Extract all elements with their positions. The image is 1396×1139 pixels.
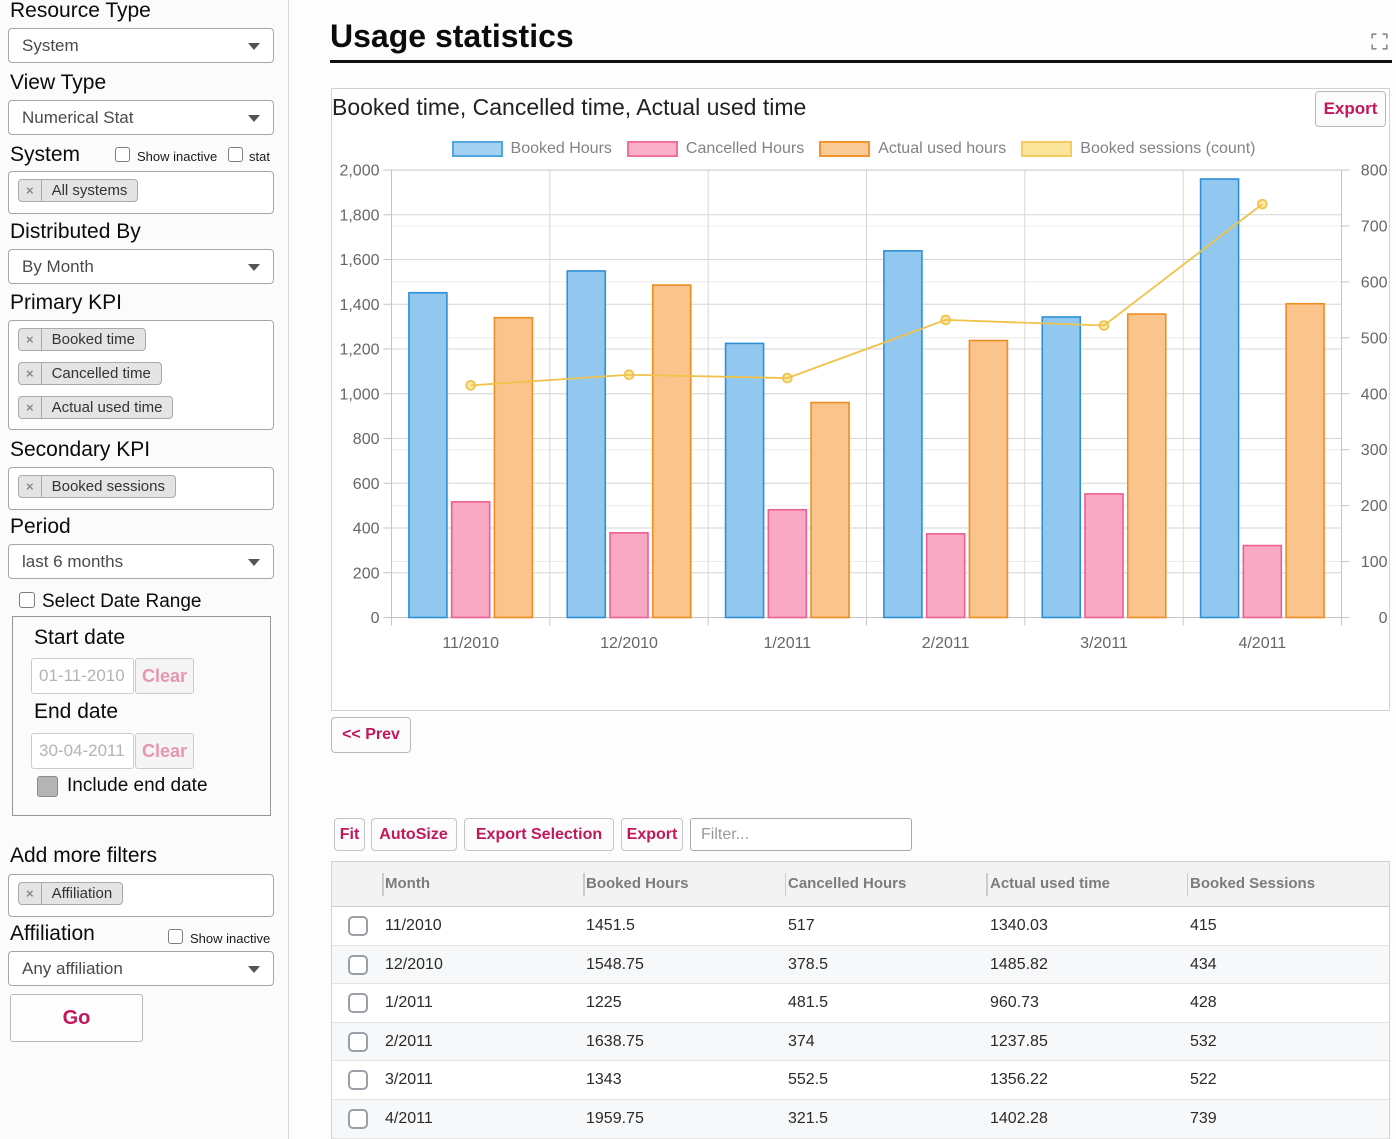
svg-text:300: 300 — [1361, 442, 1388, 459]
svg-text:1,200: 1,200 — [339, 342, 379, 359]
svg-text:12/2010: 12/2010 — [600, 635, 658, 652]
svg-text:0: 0 — [371, 610, 380, 627]
svg-text:700: 700 — [1361, 218, 1388, 235]
svg-text:500: 500 — [1361, 330, 1388, 347]
svg-text:2/2011: 2/2011 — [922, 635, 970, 652]
svg-text:100: 100 — [1361, 554, 1388, 571]
svg-text:1,600: 1,600 — [339, 252, 379, 269]
svg-text:600: 600 — [1361, 274, 1388, 291]
svg-text:4/2011: 4/2011 — [1238, 635, 1286, 652]
svg-text:800: 800 — [1361, 163, 1388, 180]
svg-text:3/2011: 3/2011 — [1080, 635, 1128, 652]
svg-text:200: 200 — [1361, 498, 1388, 515]
svg-text:800: 800 — [353, 431, 380, 448]
svg-text:0: 0 — [1379, 610, 1388, 627]
svg-text:1,800: 1,800 — [339, 207, 379, 224]
svg-text:400: 400 — [1361, 386, 1388, 403]
svg-text:600: 600 — [353, 476, 380, 493]
svg-text:200: 200 — [353, 565, 380, 582]
svg-text:1,000: 1,000 — [339, 386, 379, 403]
svg-text:1,400: 1,400 — [339, 297, 379, 314]
svg-text:2,000: 2,000 — [339, 163, 379, 180]
svg-text:400: 400 — [353, 521, 380, 538]
svg-text:1/2011: 1/2011 — [763, 635, 811, 652]
svg-text:11/2010: 11/2010 — [442, 635, 499, 652]
